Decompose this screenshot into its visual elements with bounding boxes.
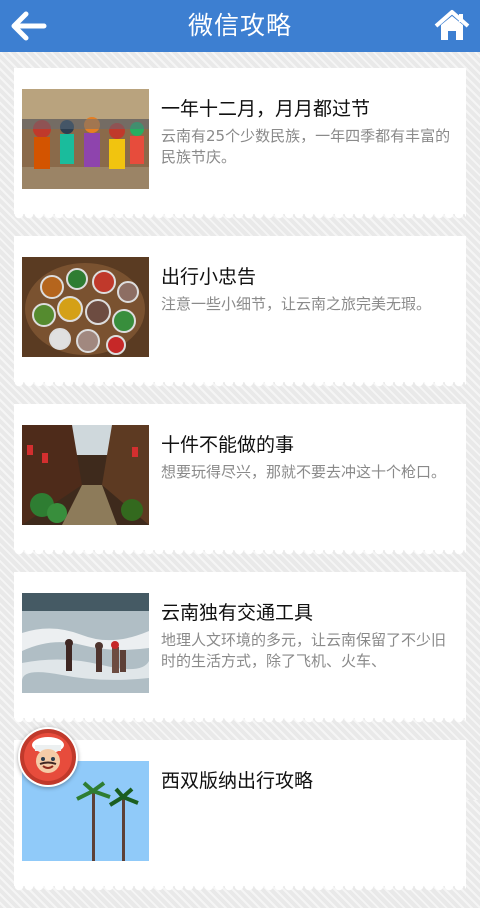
item-title: 西双版纳出行攻略 [161,770,314,792]
food-table-photo [22,257,149,357]
list-item[interactable]: 出行小忠告 注意一些小细节，让云南之旅完美无瑕。 [14,236,466,388]
item-title: 十件不能做的事 [161,434,295,456]
guide-list: 一年十二月，月月都过节 云南有25个少数民族，一年四季都有丰富的民族节庆。 出行… [14,68,466,908]
chef-mascot-icon [20,729,76,785]
item-title: 云南独有交通工具 [161,602,314,624]
list-item[interactable]: 西双版纳出行攻略 [14,740,466,892]
old-street-photo [22,425,149,525]
home-icon [434,10,470,40]
item-title: 出行小忠告 [161,266,257,288]
list-item[interactable]: 云南独有交通工具 地理人文环境的多元，让云南保留了不少旧时的生活方式，除了飞机、… [14,572,466,724]
item-description: 云南有25个少数民族，一年四季都有丰富的民族节庆。 [161,127,451,166]
app-header: 微信攻略 [0,0,480,52]
page-title: 微信攻略 [187,11,292,40]
list-item[interactable]: 一年十二月，月月都过节 云南有25个少数民族，一年四季都有丰富的民族节庆。 [14,68,466,220]
item-title: 一年十二月，月月都过节 [161,98,371,120]
item-description: 地理人文环境的多元，让云南保留了不少旧时的生活方式，除了飞机、火车、 [161,631,447,670]
floating-avatar-button[interactable] [18,727,78,787]
festival-photo [22,89,149,189]
list-item[interactable]: 十件不能做的事 想要玩得尽兴，那就不要去冲这十个枪口。 [14,404,466,556]
item-description: 想要玩得尽兴，那就不要去冲这十个枪口。 [161,463,447,481]
river-crossing-photo [22,593,149,693]
home-button[interactable] [432,6,472,46]
item-description: 注意一些小细节，让云南之旅完美无瑕。 [161,295,432,313]
